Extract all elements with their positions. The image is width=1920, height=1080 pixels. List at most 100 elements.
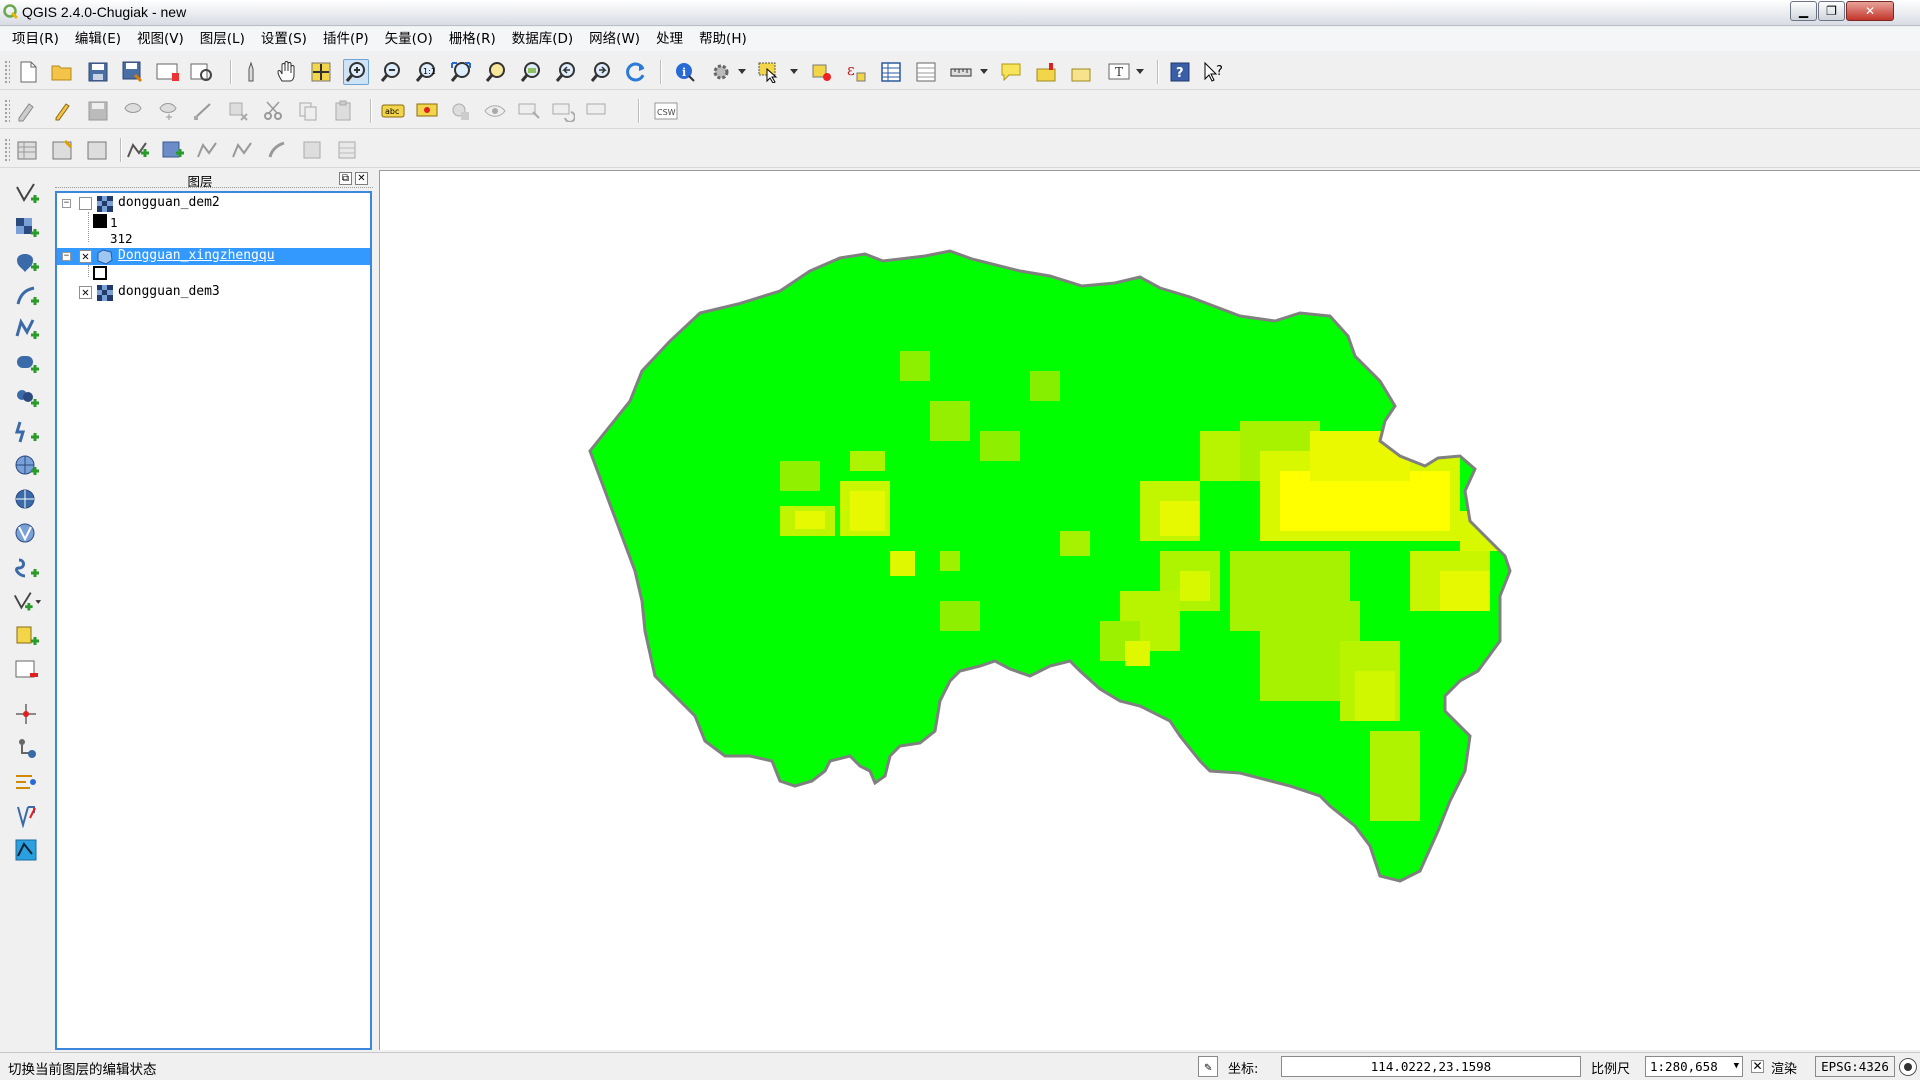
layer-row-dongguan-dem3[interactable]: ✕ dongguan_dem3 — [57, 284, 370, 301]
add-delimited-layer-icon[interactable] — [12, 622, 42, 650]
menu-layer[interactable]: 图层(L) — [192, 28, 253, 50]
menu-database[interactable]: 数据库(D) — [504, 28, 581, 50]
show-hide-labels-icon[interactable] — [482, 98, 508, 124]
cut-features-icon[interactable] — [260, 98, 286, 124]
paste-features-icon[interactable] — [330, 98, 356, 124]
identify-features-icon[interactable]: i — [672, 59, 698, 85]
layer-visibility-checkbox[interactable]: ✕ — [79, 286, 92, 299]
add-feature-icon[interactable] — [120, 98, 146, 124]
add-virtual-layer-icon[interactable] — [12, 554, 42, 582]
toggle-extents-button[interactable]: ✎ — [1198, 1056, 1218, 1077]
add-postgis-layer-icon[interactable] — [195, 137, 221, 163]
menu-vector[interactable]: 矢量(O) — [377, 28, 441, 50]
add-spatialite-layer-icon[interactable] — [12, 282, 42, 310]
zoom-to-selection-icon[interactable] — [483, 59, 509, 85]
add-mssql-layer-icon[interactable] — [12, 316, 42, 344]
add-wms-layer-icon[interactable] — [12, 452, 42, 480]
zoom-full-icon[interactable] — [448, 59, 474, 85]
crs-button[interactable]: EPSG:4326 — [1815, 1056, 1895, 1077]
toolbar-grip[interactable] — [4, 60, 10, 84]
csw-icon[interactable]: CSW — [653, 98, 679, 124]
layer-row-dongguan-dem2[interactable]: − dongguan_dem2 — [57, 195, 370, 212]
menu-edit[interactable]: 编辑(E) — [67, 28, 129, 50]
refresh-icon[interactable] — [623, 59, 649, 85]
composer-manager-icon[interactable] — [189, 59, 215, 85]
add-wcs-layer-icon[interactable] — [12, 486, 42, 514]
show-bookmarks-icon[interactable] — [1068, 59, 1094, 85]
add-vector-layer-icon[interactable] — [12, 180, 42, 208]
add-vector-layer-icon[interactable] — [125, 137, 151, 163]
chevron-down-icon[interactable] — [736, 59, 748, 85]
add-raster-layer-icon[interactable] — [12, 214, 42, 242]
statistics-icon[interactable] — [913, 59, 939, 85]
new-print-composer-icon[interactable] — [155, 59, 181, 85]
chevron-down-icon[interactable] — [1134, 59, 1146, 85]
float-panel-button[interactable]: ⧉ — [339, 172, 352, 185]
scale-combobox[interactable]: 1:280,658 ▼ — [1645, 1056, 1743, 1077]
menu-project[interactable]: 项目(R) — [4, 28, 67, 50]
layer-visibility-checkbox[interactable]: ✕ — [79, 250, 92, 263]
close-button[interactable]: ✕ — [1846, 1, 1894, 21]
menu-plugins[interactable]: 插件(P) — [315, 28, 377, 50]
minimize-button[interactable]: ▁ — [1790, 1, 1817, 21]
rotate-label-icon[interactable] — [550, 98, 576, 124]
gps-tool-icon[interactable] — [12, 734, 42, 762]
add-delimited-text-layer-icon[interactable] — [12, 418, 42, 446]
menu-processing[interactable]: 处理 — [648, 28, 691, 50]
layer-visibility-checkbox[interactable] — [79, 197, 92, 210]
new-project-icon[interactable] — [15, 59, 41, 85]
chevron-down-icon[interactable] — [978, 59, 990, 85]
new-vector-layer-icon[interactable] — [12, 588, 42, 616]
maximize-button[interactable]: ❐ — [1818, 1, 1845, 21]
new-temp-layer-icon[interactable] — [85, 137, 111, 163]
save-layer-edits-icon[interactable] — [85, 98, 111, 124]
new-bookmark-icon[interactable] — [1033, 59, 1059, 85]
layer-labeling-icon[interactable]: abc — [380, 98, 406, 124]
whats-this-icon[interactable]: ? — [1202, 59, 1228, 85]
deselect-features-icon[interactable] — [809, 59, 835, 85]
new-layer-icon[interactable] — [15, 137, 41, 163]
zoom-in-icon[interactable] — [343, 59, 369, 85]
attribute-table-icon[interactable] — [878, 59, 904, 85]
save-project-icon[interactable] — [85, 59, 111, 85]
add-oracle-layer-icon[interactable] — [300, 137, 326, 163]
add-raster-layer-icon[interactable] — [160, 137, 186, 163]
measure-line-icon[interactable] — [948, 59, 974, 85]
georeferencer-icon[interactable] — [12, 802, 42, 830]
topology-checker-icon[interactable] — [12, 836, 42, 864]
toolbar-grip[interactable] — [4, 138, 10, 162]
zoom-actual-size-icon[interactable]: 1:1 — [413, 59, 439, 85]
move-feature-icon[interactable] — [155, 98, 181, 124]
add-mssql-layer-icon[interactable] — [265, 137, 291, 163]
zoom-next-icon[interactable] — [588, 59, 614, 85]
zoom-last-icon[interactable] — [553, 59, 579, 85]
move-label-icon[interactable] — [516, 98, 542, 124]
new-spatialite-layer-icon[interactable] — [50, 137, 76, 163]
zoom-to-layer-icon[interactable] — [518, 59, 544, 85]
menu-raster[interactable]: 栅格(R) — [441, 28, 504, 50]
remove-layer-icon[interactable] — [12, 656, 42, 684]
pan-map-icon[interactable] — [274, 59, 300, 85]
copy-features-icon[interactable] — [295, 98, 321, 124]
help-contents-icon[interactable]: ? — [1167, 59, 1193, 85]
text-annotation-icon[interactable]: T — [1106, 59, 1132, 85]
select-features-icon[interactable] — [756, 59, 782, 85]
node-tool-icon[interactable] — [190, 98, 216, 124]
chevron-down-icon[interactable] — [788, 59, 800, 85]
close-panel-button[interactable]: ✕ — [355, 172, 368, 185]
menu-view[interactable]: 视图(V) — [129, 28, 192, 50]
add-wfs-layer-icon[interactable] — [335, 137, 361, 163]
change-label-icon[interactable] — [584, 98, 610, 124]
messages-button[interactable] — [1899, 1058, 1917, 1076]
map-canvas[interactable] — [379, 170, 1920, 1050]
open-project-icon[interactable] — [49, 59, 75, 85]
touch-zoom-icon[interactable] — [240, 59, 266, 85]
current-edits-icon[interactable] — [15, 98, 41, 124]
render-checkbox[interactable]: ✕ — [1751, 1060, 1764, 1073]
select-by-expression-icon[interactable]: ε — [843, 59, 869, 85]
add-spatialite-layer-icon[interactable] — [230, 137, 256, 163]
save-as-icon[interactable] — [120, 59, 146, 85]
toggle-editing-icon[interactable] — [50, 98, 76, 124]
toolbar-grip[interactable] — [4, 99, 10, 123]
add-postgis-layer-icon[interactable] — [12, 248, 42, 276]
